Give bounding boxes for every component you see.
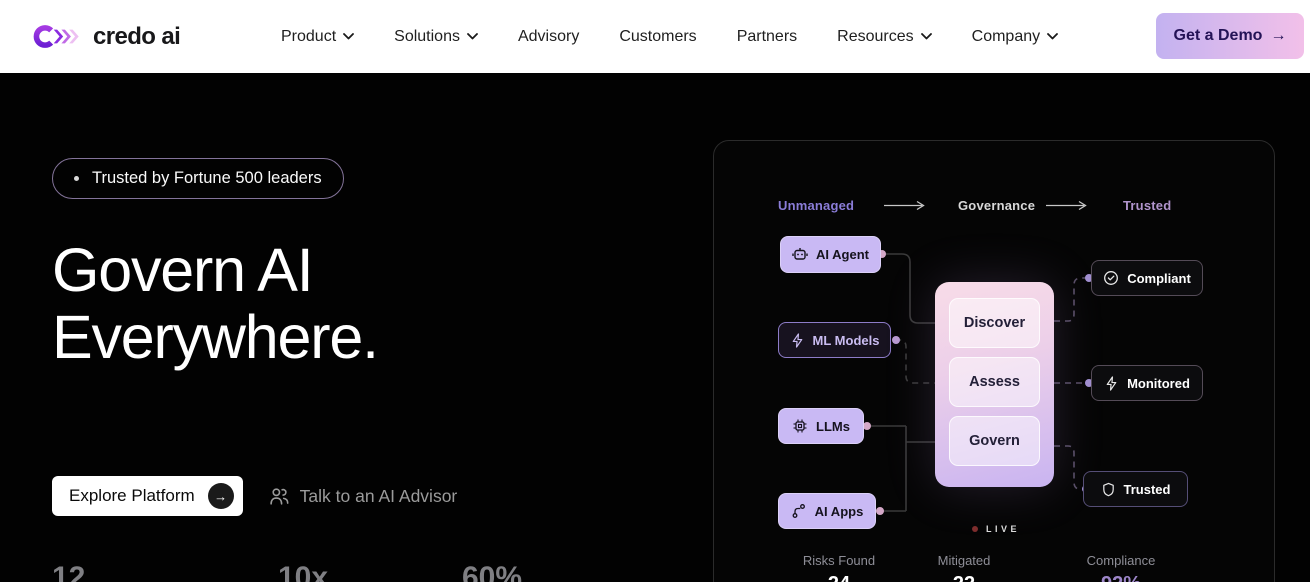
nav-item-advisory[interactable]: Advisory <box>518 28 579 46</box>
live-label: LIVE <box>986 524 1020 534</box>
hero-stat-value: 60% <box>462 561 522 582</box>
hero-cta-row: Explore Platform → Talk to an AI Advisor <box>52 476 457 516</box>
robot-icon <box>792 247 808 263</box>
check-circle-icon <box>1103 270 1119 286</box>
bolt-icon <box>1104 376 1119 391</box>
chevron-down-icon <box>921 33 932 40</box>
source-box-llms: LLMs <box>778 408 864 444</box>
outcome-box-monitored: Monitored <box>1091 365 1203 401</box>
source-box-ai-apps: AI Apps <box>778 493 876 529</box>
nav-item-solutions[interactable]: Solutions <box>394 28 478 46</box>
source-box-ai-agent: AI Agent <box>780 236 881 273</box>
pipeline-step-govern: Govern <box>949 416 1040 466</box>
chevron-down-icon <box>1047 33 1058 40</box>
source-box-ml-models: ML Models <box>778 322 891 358</box>
hero-stat-value: 12 <box>52 561 85 582</box>
pipeline-step-assess: Assess <box>949 357 1040 407</box>
chevron-down-icon <box>343 33 354 40</box>
nav-item-resources[interactable]: Resources <box>837 28 931 46</box>
metric-risks-found: Risks Found 24 <box>774 553 904 582</box>
governance-diagram-panel: Unmanaged Governance Trusted <box>713 140 1275 582</box>
shield-icon <box>1101 482 1116 497</box>
branch-icon <box>791 503 807 519</box>
nav-item-product[interactable]: Product <box>281 28 354 46</box>
live-dot-icon <box>972 526 978 532</box>
live-indicator: LIVE <box>936 524 1056 534</box>
chip-icon <box>792 418 808 434</box>
pipeline-step-discover: Discover <box>949 298 1040 348</box>
main-nav: Product Solutions Advisory Customers Par… <box>281 0 1058 73</box>
logo-wordmark: credo ai <box>93 23 180 51</box>
outcome-box-trusted: Trusted <box>1083 471 1188 507</box>
credo-ai-logo[interactable]: credo ai <box>33 0 180 73</box>
talk-to-ai-advisor-link[interactable]: Talk to an AI Advisor <box>269 486 458 507</box>
outcome-box-compliant: Compliant <box>1091 260 1203 296</box>
chevron-down-icon <box>467 33 478 40</box>
get-a-demo-button[interactable]: Get a Demo → <box>1156 13 1304 59</box>
people-icon <box>269 486 290 507</box>
bolt-icon <box>790 333 805 348</box>
arrow-right-circle-icon: → <box>208 483 234 509</box>
nav-item-company[interactable]: Company <box>972 28 1058 46</box>
metric-mitigated: Mitigated 22 <box>899 553 1029 582</box>
governance-pipeline-card: Discover Assess Govern <box>935 282 1054 487</box>
nav-item-partners[interactable]: Partners <box>737 28 797 46</box>
arrow-right-icon: → <box>1270 27 1286 45</box>
nav-item-customers[interactable]: Customers <box>619 28 696 46</box>
trust-badge: Trusted by Fortune 500 leaders <box>52 158 344 199</box>
bullet-dot-icon <box>74 176 79 181</box>
credo-ai-logomark <box>33 20 83 53</box>
explore-platform-button[interactable]: Explore Platform → <box>52 476 243 516</box>
metric-compliance: Compliance 92% <box>1056 553 1186 582</box>
landing-page: credo ai Product Solutions Advisory Cust… <box>0 0 1310 582</box>
page-title: Govern AI Everywhere. <box>52 237 378 371</box>
hero-stat-value: 10x <box>278 561 328 582</box>
trust-badge-label: Trusted by Fortune 500 leaders <box>92 169 322 188</box>
top-navigation-bar: credo ai Product Solutions Advisory Cust… <box>0 0 1310 73</box>
